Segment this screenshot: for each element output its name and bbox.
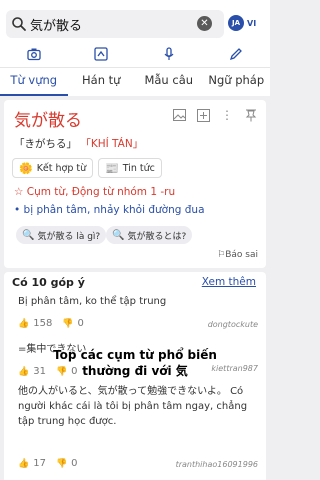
thumbs-up-icon[interactable]: 👍 [18, 319, 29, 329]
thumbs-down-icon[interactable]: 👎 [56, 459, 67, 469]
tab-vocabulary[interactable]: Từ vựng [0, 68, 68, 96]
flower-icon: 🌼 [19, 161, 33, 175]
ask-definition-label: 気が散るとは? [127, 231, 187, 242]
lang-to-label: VI [247, 18, 257, 28]
downvote-count: 0 [71, 458, 78, 469]
more-icon[interactable]: ⋮ [220, 108, 234, 122]
handwriting-icon [94, 46, 108, 61]
camera-button[interactable] [23, 45, 45, 63]
comment-author: dongtockute [207, 320, 258, 329]
collocation-chip[interactable]: 🌼 Kết hợp từ [12, 158, 94, 178]
voice-button[interactable] [158, 45, 180, 63]
thumbs-up-icon[interactable]: 👍 [18, 459, 29, 469]
search-bar: 気が散る ✕ JA VI [0, 0, 270, 40]
comment-votes: 👍 158 👎 0 [18, 318, 84, 329]
report-error-link[interactable]: ⚐Báo sai [217, 250, 258, 260]
pin-icon[interactable] [244, 108, 258, 122]
reading: 「きがちる」 「KHÍ TÁN」 [14, 136, 143, 151]
ask-meaning-label: 気が散る là gì? [37, 231, 101, 242]
caption-line-2: thường đi với 気 [82, 364, 188, 378]
tab-bar: Từ vựng Hán tự Mẫu câu Ngữ pháp [0, 68, 270, 96]
word-type: ☆ Cụm từ, Động từ nhóm 1 -ru [14, 186, 176, 198]
thumbs-down-icon[interactable]: 👎 [62, 319, 73, 329]
lang-from-badge: JA [228, 15, 244, 31]
language-switch[interactable]: JA VI [228, 15, 256, 31]
meaning: • bị phân tâm, nhảy khỏi đường đua [14, 204, 205, 216]
ask-definition-chip[interactable]: 🔍 気が散るとは? [106, 226, 193, 244]
pen-icon [230, 47, 243, 60]
comment-item: 他の人がいると、気が散って勉強できないよ。 Có người khác cái … [18, 384, 258, 474]
comment-author: tranthihao16091996 [175, 460, 258, 469]
tab-grammar[interactable]: Ngữ pháp [203, 68, 271, 96]
tab-kanji[interactable]: Hán tự [68, 68, 136, 96]
handwriting-button[interactable] [90, 45, 112, 63]
comment-text: Bị phân tâm, ko thể tập trung [18, 296, 167, 307]
news-chip-label: Tin tức [122, 162, 155, 174]
search-icon [12, 17, 26, 31]
see-more-link[interactable]: Xem thêm [202, 276, 256, 288]
upvote-count: 17 [33, 458, 46, 469]
headword: 気が散る [14, 111, 82, 131]
word-card: 気が散る ⋮ 「きがちる」 「KHÍ TÁN」 🌼 Kết hợp từ 📰 T… [4, 100, 266, 268]
news-chip[interactable]: 📰 Tin tức [98, 158, 162, 178]
image-icon[interactable] [172, 108, 186, 122]
caption-line-1: Top các cụm từ phổ biến [53, 348, 217, 362]
search-input[interactable]: 気が散る [30, 15, 82, 34]
add-icon[interactable] [196, 108, 210, 122]
card-toolbar: ⋮ [172, 108, 258, 122]
upvote-count: 158 [33, 318, 53, 329]
close-icon[interactable]: ✕ [197, 16, 212, 31]
comment-votes: 👍 17 👎 0 [18, 458, 78, 469]
comment-item: Bị phân tâm, ko thể tập trung 👍 158 👎 0 … [18, 294, 258, 334]
camera-icon [27, 48, 41, 60]
caption-overlay: Top các cụm từ phổ biến thường đi với 気 [28, 347, 242, 379]
tab-examples[interactable]: Mẫu câu [135, 68, 203, 96]
draw-button[interactable] [225, 45, 247, 63]
collocation-chip-label: Kết hợp từ [36, 162, 87, 174]
search-box[interactable]: 気が散る ✕ [6, 10, 224, 38]
microphone-icon [164, 46, 174, 60]
search-icon: 🔍 [22, 229, 35, 241]
news-icon: 📰 [105, 161, 119, 175]
comments-header: Có 10 góp ý [12, 276, 85, 289]
sino-vietnamese-reading: 「KHÍ TÁN」 [80, 138, 144, 150]
input-mode-row [0, 40, 270, 68]
search-icon: 🔍 [112, 229, 125, 241]
comment-text: 他の人がいると、気が散って勉強できないよ。 Có người khác cái … [18, 386, 248, 427]
kana-reading: 「きがちる」 [14, 138, 77, 150]
ask-meaning-chip[interactable]: 🔍 気が散る là gì? [16, 226, 107, 244]
downvote-count: 0 [77, 318, 84, 329]
